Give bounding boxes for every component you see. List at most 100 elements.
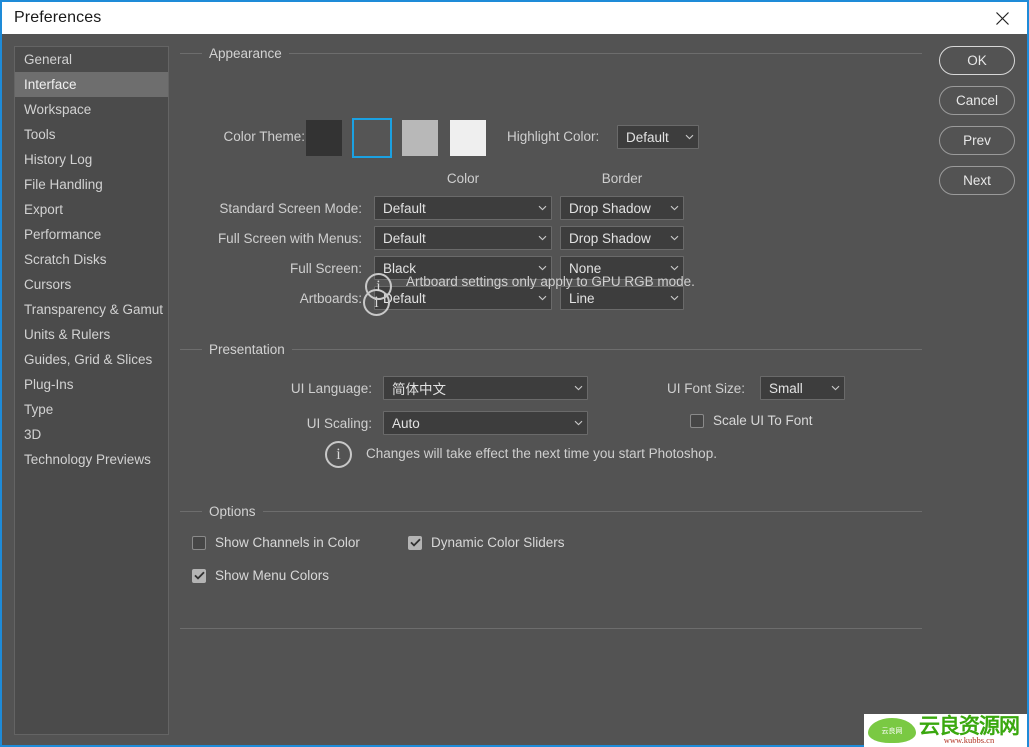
color-theme-swatch-dark[interactable] (354, 120, 390, 156)
sidebar-item-tools[interactable]: Tools (15, 122, 168, 147)
dialog-buttons: OK Cancel Prev Next (939, 46, 1015, 206)
next-button[interactable]: Next (939, 166, 1015, 195)
sidebar-item-label: Tools (24, 127, 56, 142)
ui-scaling-dropdown[interactable]: Auto (383, 411, 588, 435)
artboards-label: Artboards: (180, 289, 362, 308)
dropdown-value: Drop Shadow (561, 201, 665, 216)
sidebar-item-label: General (24, 52, 72, 67)
sidebar-item-type[interactable]: Type (15, 397, 168, 422)
sidebar-item-guides-grid-slices[interactable]: Guides, Grid & Slices (15, 347, 168, 372)
standard-screen-mode-label: Standard Screen Mode: (180, 199, 362, 218)
ok-button[interactable]: OK (939, 46, 1015, 75)
prev-button[interactable]: Prev (939, 126, 1015, 155)
group-rule (180, 511, 922, 512)
highlight-color-value: Default (618, 130, 680, 145)
cancel-button[interactable]: Cancel (939, 86, 1015, 115)
scale-ui-to-font-checkbox[interactable] (690, 414, 704, 428)
highlight-color-dropdown[interactable]: Default (617, 125, 699, 149)
chevron-down-icon (533, 295, 551, 301)
options-bottom-rule (180, 628, 922, 629)
dynamic-color-sliders-row[interactable]: Dynamic Color Sliders (408, 535, 565, 550)
sidebar-item-label: 3D (24, 427, 41, 442)
show-channels-in-color-checkbox[interactable] (192, 536, 206, 550)
sidebar-item-label: Guides, Grid & Slices (24, 352, 152, 367)
window-title: Preferences (14, 9, 101, 27)
appearance-legend: Appearance (202, 44, 289, 63)
full-screen-label: Full Screen: (180, 259, 362, 278)
dynamic-color-sliders-checkbox[interactable] (408, 536, 422, 550)
full-screen-with-menus-label: Full Screen with Menus: (180, 229, 362, 248)
sidebar-item-label: File Handling (24, 177, 103, 192)
sidebar-item-label: Transparency & Gamut (24, 302, 163, 317)
color-theme-swatch-light[interactable] (402, 120, 438, 156)
chevron-down-icon (665, 295, 683, 301)
scale-ui-to-font-checkbox-row[interactable]: Scale UI To Font (690, 413, 813, 428)
presentation-note-text: Changes will take effect the next time y… (366, 444, 717, 463)
title-bar: Preferences (2, 2, 1027, 34)
color-theme-swatch-lightest[interactable] (450, 120, 486, 156)
full-screen-with-menus-border-dropdown[interactable]: Drop Shadow (560, 226, 684, 250)
color-theme-swatch-darkest[interactable] (306, 120, 342, 156)
sidebar-item-interface[interactable]: Interface (15, 72, 168, 97)
sidebar-item-label: Scratch Disks (24, 252, 107, 267)
sidebar-item-workspace[interactable]: Workspace (15, 97, 168, 122)
sidebar-item-label: Workspace (24, 102, 91, 117)
show-menu-colors-checkbox[interactable] (192, 569, 206, 583)
chevron-down-icon (533, 265, 551, 271)
category-list[interactable]: General Interface Workspace Tools Histor… (14, 46, 169, 735)
sidebar-item-label: Interface (24, 77, 77, 92)
ui-language-dropdown[interactable]: 简体中文 (383, 376, 588, 400)
sidebar-item-general[interactable]: General (15, 47, 168, 72)
presentation-note-icon: i (325, 441, 352, 468)
sidebar-item-history-log[interactable]: History Log (15, 147, 168, 172)
full-screen-with-menus-color-dropdown[interactable]: Default (374, 226, 552, 250)
standard-screen-mode-border-dropdown[interactable]: Drop Shadow (560, 196, 684, 220)
sidebar-item-plug-ins[interactable]: Plug-Ins (15, 372, 168, 397)
sidebar-item-file-handling[interactable]: File Handling (15, 172, 168, 197)
standard-screen-mode-color-dropdown[interactable]: Default (374, 196, 552, 220)
sidebar-item-cursors[interactable]: Cursors (15, 272, 168, 297)
chevron-down-icon (569, 385, 587, 391)
dropdown-value: Default (375, 201, 533, 216)
dropdown-value: Drop Shadow (561, 231, 665, 246)
dynamic-color-sliders-label: Dynamic Color Sliders (431, 535, 565, 550)
dropdown-value: Default (375, 291, 533, 306)
settings-panel: Appearance Color Theme: Highlight Color:… (180, 34, 925, 745)
sidebar-item-export[interactable]: Export (15, 197, 168, 222)
sidebar-item-scratch-disks[interactable]: Scratch Disks (15, 247, 168, 272)
ui-font-size-dropdown[interactable]: Small (760, 376, 845, 400)
sidebar-item-label: Plug-Ins (24, 377, 74, 392)
sidebar-item-3d[interactable]: 3D (15, 422, 168, 447)
chevron-down-icon (665, 235, 683, 241)
chevron-down-icon (533, 205, 551, 211)
presentation-legend: Presentation (202, 340, 292, 359)
chevron-down-icon (533, 235, 551, 241)
presentation-group: Presentation UI Language: 简体中文 UI Font S… (180, 340, 922, 495)
scale-ui-to-font-label: Scale UI To Font (713, 413, 813, 428)
sidebar-item-label: Cursors (24, 277, 71, 292)
show-menu-colors-row[interactable]: Show Menu Colors (192, 568, 329, 583)
ui-language-label: UI Language: (180, 379, 372, 398)
chevron-down-icon (569, 420, 587, 426)
watermark: 云良网 云良资源网 www.kubbs.cn (864, 714, 1027, 747)
sidebar-item-label: History Log (24, 152, 92, 167)
show-channels-in-color-row[interactable]: Show Channels in Color (192, 535, 360, 550)
dialog-body: General Interface Workspace Tools Histor… (2, 34, 1027, 745)
sidebar-item-technology-previews[interactable]: Technology Previews (15, 447, 168, 472)
sidebar-item-label: Type (24, 402, 53, 417)
ui-scaling-value: Auto (384, 416, 569, 431)
sidebar-item-transparency-gamut[interactable]: Transparency & Gamut (15, 297, 168, 322)
ui-font-size-value: Small (761, 381, 826, 396)
chevron-down-icon (665, 205, 683, 211)
options-group: Options Show Channels in Color Dynamic C… (180, 502, 922, 632)
group-rule (180, 53, 922, 54)
ui-language-value: 简体中文 (384, 378, 569, 398)
column-header-color: Color (374, 170, 552, 188)
close-icon[interactable] (977, 2, 1027, 34)
chevron-down-icon (826, 385, 844, 391)
preferences-dialog: Preferences General Interface Workspace … (0, 0, 1029, 747)
sidebar-item-units-rulers[interactable]: Units & Rulers (15, 322, 168, 347)
sidebar-item-performance[interactable]: Performance (15, 222, 168, 247)
dropdown-value: Default (375, 231, 533, 246)
artboard-note-text: Artboard settings only apply to GPU RGB … (406, 272, 695, 291)
